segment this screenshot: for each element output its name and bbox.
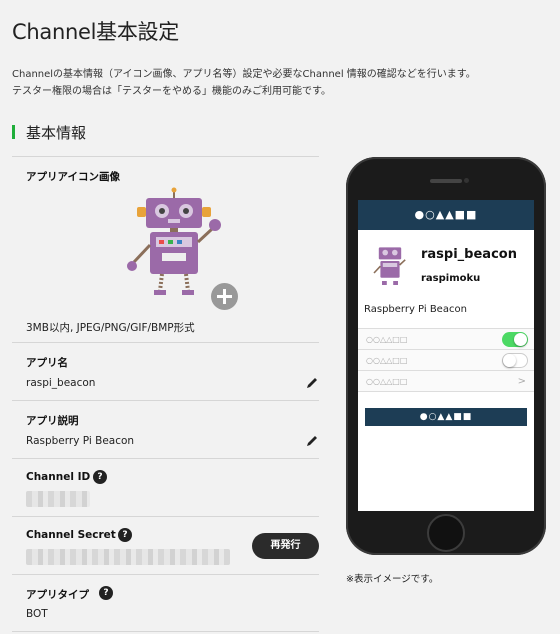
phone-home-button <box>427 514 465 552</box>
preview-button: ●○▲▲■■ <box>365 408 527 426</box>
app-description-row: アプリ説明 Raspberry Pi Beacon <box>12 400 319 458</box>
page-title: Channel基本設定 <box>12 20 179 44</box>
chevron-right-icon: > <box>517 376 526 387</box>
phone-preview: ●○▲▲■■ raspi_beacon raspimoku Raspberry … <box>346 157 546 555</box>
channel-secret-label: Channel Secret <box>26 529 116 541</box>
phone-speaker <box>430 179 462 183</box>
list-item: ○○△△□□ <box>358 350 534 371</box>
preview-settings-list: ○○△△□□ ○○△△□□ ○○△△□□ > <box>358 328 534 392</box>
channel-secret-row: Channel Secret ? 再発行 <box>12 516 319 574</box>
list-item-label: ○○△△□□ <box>366 377 408 386</box>
app-type-label: アプリタイプ <box>26 589 89 601</box>
phone-screen: ●○▲▲■■ raspi_beacon raspimoku Raspberry … <box>358 200 534 511</box>
list-item: ○○△△□□ > <box>358 371 534 392</box>
help-icon[interactable]: ? <box>99 586 113 600</box>
robot-app-icon[interactable] <box>124 187 224 297</box>
preview-header: ●○▲▲■■ <box>358 200 534 230</box>
toggle-on <box>502 332 528 347</box>
plus-icon[interactable] <box>211 283 238 310</box>
icon-row: アプリアイコン画像 3MB以内, JPEG/PNG/GIF/BMP形式 <box>12 156 319 342</box>
description-line-1: Channelの基本情報（アイコン画像、アプリ名等）設定や必要なChannel … <box>12 69 476 80</box>
preview-app-name: raspi_beacon <box>421 247 517 262</box>
reissue-button[interactable]: 再発行 <box>252 533 319 559</box>
app-type-row: アプリタイプ ? BOT <box>12 574 319 632</box>
list-item-label: ○○△△□□ <box>366 356 408 365</box>
preview-caption: ※表示イメージです。 <box>346 574 439 585</box>
help-icon[interactable]: ? <box>93 470 107 484</box>
basic-info-form: アプリアイコン画像 3MB以内, JPEG/PNG/GIF/BMP形式 アプリ名… <box>12 156 319 632</box>
section-title: 基本情報 <box>26 123 87 142</box>
icon-label: アプリアイコン画像 <box>26 171 120 183</box>
app-name-row: アプリ名 raspi_beacon <box>12 342 319 400</box>
icon-note: 3MB以内, JPEG/PNG/GIF/BMP形式 <box>26 322 195 334</box>
page-description: Channelの基本情報（アイコン画像、アプリ名等）設定や必要なChannel … <box>12 66 476 100</box>
preview-sub-name: raspimoku <box>421 273 481 284</box>
app-type-value: BOT <box>26 608 48 620</box>
list-item: ○○△△□□ <box>358 329 534 350</box>
channel-secret-value-redacted <box>26 549 230 565</box>
phone-camera <box>464 178 469 183</box>
help-icon[interactable]: ? <box>118 528 132 542</box>
description-line-2: テスター権限の場合は「テスターをやめる」機能のみご利用可能です。 <box>12 86 331 97</box>
preview-description: Raspberry Pi Beacon <box>364 304 467 315</box>
channel-id-row: Channel ID ? <box>12 458 319 516</box>
channel-id-value-redacted <box>26 491 90 507</box>
list-item-label: ○○△△□□ <box>366 335 408 344</box>
pencil-icon[interactable] <box>305 434 319 448</box>
section-accent-bar <box>12 125 15 139</box>
pencil-icon[interactable] <box>305 376 319 390</box>
toggle-off <box>502 353 528 368</box>
app-description-value: Raspberry Pi Beacon <box>26 435 135 447</box>
app-name-value: raspi_beacon <box>26 377 96 389</box>
section-heading: 基本情報 <box>12 123 87 142</box>
app-name-label: アプリ名 <box>26 357 68 369</box>
app-description-label: アプリ説明 <box>26 415 79 427</box>
robot-preview-icon <box>373 247 406 285</box>
channel-id-label: Channel ID <box>26 471 91 483</box>
